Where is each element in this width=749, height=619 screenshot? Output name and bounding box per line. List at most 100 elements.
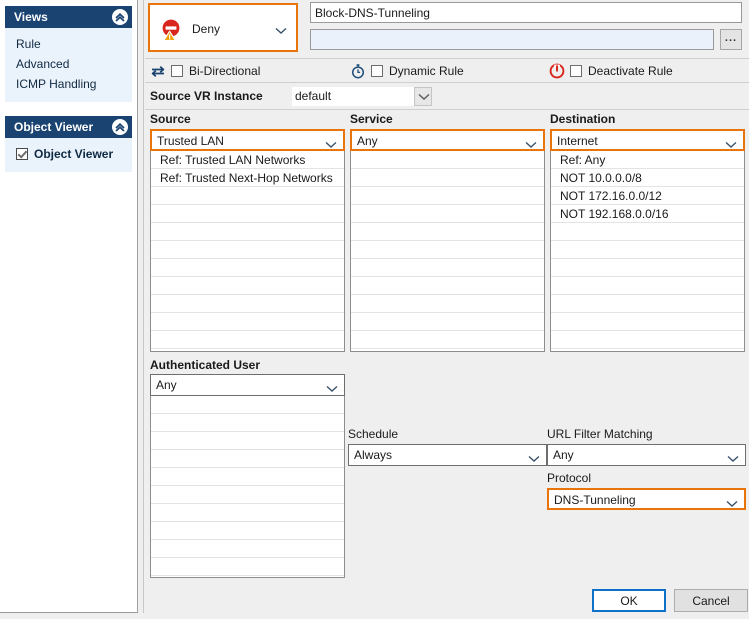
dialog-footer: OK Cancel <box>145 583 749 619</box>
list-item[interactable]: Ref: Trusted LAN Networks <box>151 151 344 169</box>
service-column-label: Service <box>350 112 393 126</box>
authenticated-user-list[interactable] <box>150 396 345 578</box>
protocol-field: Protocol DNS-Tunneling <box>547 471 746 510</box>
list-item[interactable] <box>351 331 544 349</box>
list-item[interactable]: Ref: Trusted Next-Hop Networks <box>151 169 344 187</box>
deny-warning-icon <box>160 18 184 42</box>
list-item[interactable] <box>351 295 544 313</box>
power-icon <box>549 63 565 79</box>
list-item[interactable] <box>151 295 344 313</box>
list-item[interactable] <box>151 558 344 576</box>
source-vr-instance-value: default <box>295 89 332 103</box>
bi-directional-checkbox[interactable] <box>171 65 183 77</box>
list-item[interactable] <box>151 450 344 468</box>
authenticated-user-value: Any <box>156 378 177 392</box>
views-panel: Views Rule Advanced ICMP Handling <box>5 6 132 102</box>
cancel-button[interactable]: Cancel <box>674 589 748 612</box>
url-filter-matching-dropdown[interactable]: Any <box>547 444 746 466</box>
list-item[interactable] <box>351 169 544 187</box>
deactivate-rule-option[interactable]: Deactivate Rule <box>549 63 673 79</box>
chevron-down-icon[interactable] <box>414 87 432 106</box>
list-item[interactable] <box>351 223 544 241</box>
list-item[interactable] <box>151 205 344 223</box>
object-viewer-checkbox-row[interactable]: Object Viewer <box>5 144 132 164</box>
sidebar-item-advanced[interactable]: Advanced <box>5 54 132 74</box>
sidebar-splitter[interactable] <box>137 0 144 613</box>
list-item[interactable]: NOT 172.16.0.0/12 <box>551 187 744 205</box>
list-item[interactable] <box>351 313 544 331</box>
list-item[interactable] <box>151 522 344 540</box>
list-item[interactable] <box>151 396 344 414</box>
list-item[interactable] <box>351 259 544 277</box>
list-item[interactable] <box>151 432 344 450</box>
list-item[interactable] <box>151 540 344 558</box>
list-item[interactable] <box>351 241 544 259</box>
list-item[interactable] <box>351 187 544 205</box>
service-list[interactable] <box>350 151 545 352</box>
bidirectional-arrows-icon <box>150 63 166 79</box>
deactivate-rule-checkbox[interactable] <box>570 65 582 77</box>
list-item[interactable]: Ref: Any <box>551 151 744 169</box>
list-item[interactable] <box>551 277 744 295</box>
sidebar-item-rule[interactable]: Rule <box>5 34 132 54</box>
schedule-value: Always <box>354 448 393 462</box>
list-item[interactable] <box>151 223 344 241</box>
browse-button[interactable]: ... <box>720 29 742 50</box>
rule-description-input[interactable] <box>310 29 714 50</box>
address-columns: Source Trusted LAN Ref: Trusted LAN Netw… <box>145 112 749 352</box>
action-dropdown[interactable]: Deny <box>148 3 298 52</box>
object-viewer-panel-title: Object Viewer <box>14 120 94 134</box>
authenticated-user-dropdown[interactable]: Any <box>150 374 345 396</box>
object-viewer-panel: Object Viewer Object Viewer <box>5 116 132 172</box>
list-item[interactable] <box>151 313 344 331</box>
list-item[interactable] <box>551 241 744 259</box>
rule-editor-window: Views Rule Advanced ICMP Handling Object… <box>0 0 749 619</box>
bi-directional-option[interactable]: Bi-Directional <box>150 63 260 79</box>
protocol-dropdown[interactable]: DNS-Tunneling <box>547 488 746 510</box>
list-item[interactable] <box>351 205 544 223</box>
checkbox-icon[interactable] <box>16 148 28 160</box>
list-item[interactable] <box>151 241 344 259</box>
double-chevron-up-icon[interactable] <box>112 119 128 135</box>
list-item[interactable] <box>151 414 344 432</box>
ok-button[interactable]: OK <box>592 589 666 612</box>
dynamic-rule-option[interactable]: Dynamic Rule <box>350 63 464 79</box>
list-item[interactable] <box>151 486 344 504</box>
schedule-dropdown[interactable]: Always <box>348 444 547 466</box>
list-item[interactable] <box>151 504 344 522</box>
service-value: Any <box>357 134 378 148</box>
list-item[interactable] <box>351 277 544 295</box>
rule-options-row: Bi-Directional Dynamic Rule Deactivate R… <box>145 58 749 83</box>
chevron-down-icon <box>528 452 540 466</box>
list-item[interactable] <box>551 295 744 313</box>
list-item[interactable]: NOT 192.168.0.0/16 <box>551 205 744 223</box>
list-item[interactable] <box>151 277 344 295</box>
source-value: Trusted LAN <box>157 134 224 148</box>
list-item[interactable] <box>151 187 344 205</box>
sidebar: Views Rule Advanced ICMP Handling Object… <box>0 0 137 613</box>
sidebar-item-icmp-handling[interactable]: ICMP Handling <box>5 74 132 94</box>
list-item[interactable] <box>551 313 744 331</box>
dynamic-rule-checkbox[interactable] <box>371 65 383 77</box>
rule-name-input[interactable] <box>310 2 742 23</box>
source-list[interactable]: Ref: Trusted LAN Networks Ref: Trusted N… <box>150 151 345 352</box>
list-item[interactable] <box>551 331 744 349</box>
service-dropdown[interactable]: Any <box>350 129 545 151</box>
object-viewer-panel-body: Object Viewer <box>5 138 132 172</box>
destination-list[interactable]: Ref: Any NOT 10.0.0.0/8 NOT 172.16.0.0/1… <box>550 151 745 352</box>
list-item[interactable] <box>351 151 544 169</box>
views-panel-body: Rule Advanced ICMP Handling <box>5 28 132 102</box>
destination-value: Internet <box>557 134 598 148</box>
source-vr-instance-dropdown[interactable]: default <box>292 87 432 106</box>
authenticated-user-label: Authenticated User <box>150 358 261 372</box>
source-dropdown[interactable]: Trusted LAN <box>150 129 345 151</box>
list-item[interactable] <box>151 331 344 349</box>
destination-dropdown[interactable]: Internet <box>550 129 745 151</box>
double-chevron-up-icon[interactable] <box>112 9 128 25</box>
list-item[interactable] <box>151 259 344 277</box>
list-item[interactable] <box>551 259 744 277</box>
list-item[interactable]: NOT 10.0.0.0/8 <box>551 169 744 187</box>
chevron-down-icon <box>725 138 737 152</box>
list-item[interactable] <box>551 223 744 241</box>
list-item[interactable] <box>151 468 344 486</box>
